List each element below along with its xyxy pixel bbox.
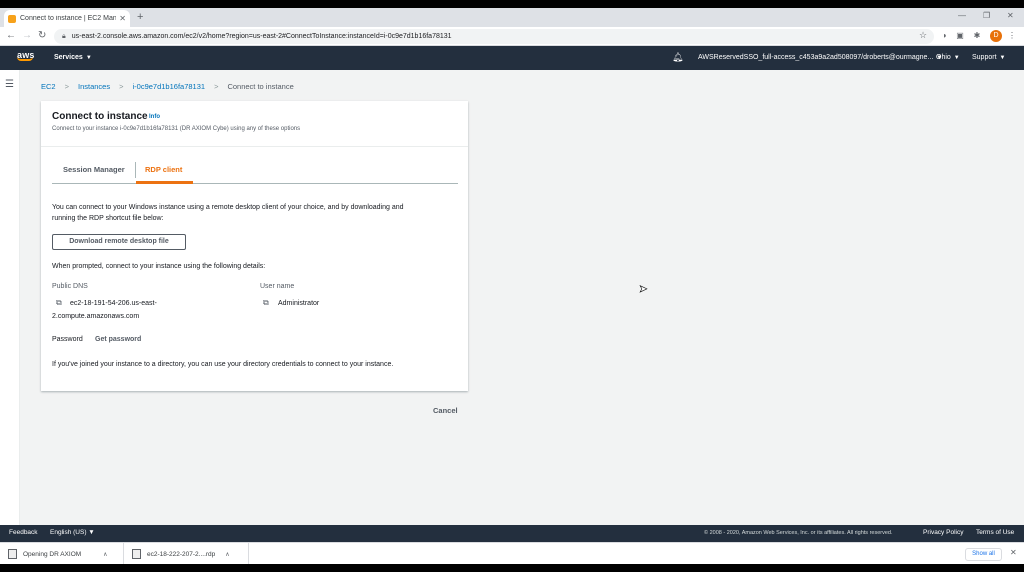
download-item[interactable]: Opening DR AXIOM ∧: [0, 543, 124, 564]
caret-down-icon: ▼: [953, 55, 960, 61]
language-label: English (US): [50, 529, 87, 536]
aws-top-nav: aws Services ▼ 🔔︎ AWSReservedSSO_full-acc…: [0, 46, 1024, 70]
terms-of-use-link[interactable]: Terms of Use: [976, 529, 1014, 536]
browser-window: Connect to instance | EC2 Manag... ✕ + —…: [0, 8, 1024, 564]
show-all-downloads-button[interactable]: Show all: [965, 548, 1002, 561]
connect-method-tabs: Session Manager RDP client: [52, 157, 458, 184]
download-rdp-file-button[interactable]: Download remote desktop file: [52, 234, 186, 250]
prompt-text: When prompted, connect to your instance …: [52, 263, 266, 270]
intro-text-line1: You can connect to your Windows instance…: [52, 204, 404, 211]
address-bar[interactable]: 🔒︎ us-east-2.console.aws.amazon.com/ec2/…: [54, 29, 934, 44]
file-icon: [8, 549, 17, 559]
aws-footer: Feedback English (US) ▼ © 2008 - 2020, A…: [0, 525, 1024, 542]
forward-icon[interactable]: →: [22, 30, 32, 41]
window-close-icon[interactable]: ✕: [1007, 11, 1014, 20]
copyright-text: © 2008 - 2020, Amazon Web Services, Inc.…: [704, 530, 893, 536]
directory-note: If you've joined your instance to a dire…: [52, 361, 394, 368]
download-bar: Opening DR AXIOM ∧ ec2-18-222-207-2....r…: [0, 542, 1024, 564]
back-icon[interactable]: ←: [6, 30, 16, 41]
breadcrumb: EC2 > Instances > i-0c9e7d1b16fa78131 > …: [41, 82, 294, 91]
download-item-name: ec2-18-222-207-2....rdp: [147, 550, 216, 558]
close-tab-icon[interactable]: ✕: [119, 14, 126, 23]
aws-logo-text: aws: [17, 50, 35, 60]
username-value: Administrator: [278, 300, 320, 307]
chevron-right-icon: >: [64, 82, 69, 91]
aws-favicon-icon: [8, 14, 16, 23]
public-dns-value-line2: 2.compute.amazonaws.com: [52, 313, 140, 320]
browser-tab[interactable]: Connect to instance | EC2 Manag... ✕: [4, 10, 130, 27]
active-tab-indicator: [136, 181, 193, 184]
caret-down-icon: ▼: [88, 529, 95, 536]
chevron-right-icon: >: [214, 82, 219, 91]
region-label: Ohio: [936, 54, 951, 61]
notification-bell-icon[interactable]: 🔔︎: [672, 52, 683, 63]
support-label: Support: [972, 54, 997, 61]
connect-instance-panel: Connect to instance Info Connect to your…: [41, 101, 468, 391]
intro-text-line2: running the RDP shortcut file below:: [52, 215, 164, 222]
aws-logo[interactable]: aws: [17, 50, 35, 61]
breadcrumb-current: Connect to instance: [227, 82, 294, 91]
username-label: User name: [260, 283, 295, 290]
chevron-up-icon[interactable]: ∧: [103, 551, 107, 558]
tab-divider: [135, 162, 136, 178]
chevron-up-icon[interactable]: ∧: [225, 551, 229, 558]
get-password-button[interactable]: Get password: [95, 336, 141, 343]
side-nav-collapsed: ☰: [0, 70, 20, 525]
mouse-cursor-icon: ➤: [639, 284, 648, 296]
language-selector[interactable]: English (US) ▼: [50, 529, 95, 536]
download-item[interactable]: ec2-18-222-207-2....rdp ∧: [124, 543, 249, 564]
services-label: Services: [54, 54, 83, 61]
chevron-right-icon: >: [119, 82, 124, 91]
download-item-name: Opening DR AXIOM: [23, 550, 82, 558]
support-menu[interactable]: Support ▼: [972, 54, 1005, 61]
feedback-link[interactable]: Feedback: [9, 529, 38, 536]
rdp-file-icon: [132, 549, 141, 559]
caret-down-icon: ▼: [999, 55, 1006, 61]
cancel-button[interactable]: Cancel: [433, 406, 458, 415]
lock-icon: 🔒︎: [62, 32, 66, 40]
extension-icon[interactable]: ▣: [955, 31, 965, 41]
copy-icon[interactable]: ⧉: [56, 298, 62, 308]
info-link[interactable]: Info: [149, 114, 160, 120]
profile-avatar[interactable]: D: [990, 30, 1002, 42]
extension-icon[interactable]: ◑: [939, 31, 949, 41]
new-tab-icon[interactable]: +: [137, 11, 143, 23]
reload-icon[interactable]: ↻: [38, 30, 46, 41]
tab-rdp-client[interactable]: RDP client: [145, 165, 182, 174]
bookmark-star-icon[interactable]: ☆: [918, 30, 928, 40]
tab-session-manager[interactable]: Session Manager: [63, 165, 125, 174]
browser-toolbar: ← → ↻ 🔒︎ us-east-2.console.aws.amazon.co…: [0, 27, 1024, 46]
maximize-icon[interactable]: ❐: [983, 11, 990, 20]
hamburger-menu-icon[interactable]: ☰: [5, 79, 14, 90]
account-menu[interactable]: AWSReservedSSO_full-access_c453a9a2ad508…: [698, 54, 942, 61]
breadcrumb-instances[interactable]: Instances: [78, 82, 110, 91]
page-subtitle: Connect to your instance i-0c9e7d1b16fa7…: [52, 126, 301, 132]
region-menu[interactable]: Ohio ▼: [936, 54, 960, 61]
public-dns-value-line1: ec2-18-191-54-206.us-east-: [70, 300, 157, 307]
menu-dots-icon[interactable]: ⋮: [1007, 31, 1017, 41]
breadcrumb-ec2[interactable]: EC2: [41, 82, 56, 91]
url-text: us-east-2.console.aws.amazon.com/ec2/v2/…: [71, 33, 452, 40]
public-dns-label: Public DNS: [52, 283, 88, 290]
password-label: Password: [52, 336, 83, 343]
account-label: AWSReservedSSO_full-access_c453a9a2ad508…: [698, 54, 934, 61]
puzzle-extensions-icon[interactable]: ✱: [972, 31, 982, 41]
caret-down-icon: ▼: [85, 55, 92, 61]
browser-tab-strip: Connect to instance | EC2 Manag... ✕ + —…: [0, 8, 1024, 27]
breadcrumb-instance-id[interactable]: i-0c9e7d1b16fa78131: [132, 82, 205, 91]
panel-header: Connect to instance Info Connect to your…: [41, 101, 468, 147]
close-download-bar-icon[interactable]: ✕: [1010, 548, 1017, 557]
browser-tab-title: Connect to instance | EC2 Manag...: [20, 15, 117, 22]
page-title: Connect to instance: [52, 111, 148, 122]
services-menu[interactable]: Services ▼: [54, 54, 92, 61]
minimize-icon[interactable]: —: [958, 11, 966, 20]
copy-icon[interactable]: ⧉: [263, 298, 269, 308]
privacy-policy-link[interactable]: Privacy Policy: [923, 529, 963, 536]
